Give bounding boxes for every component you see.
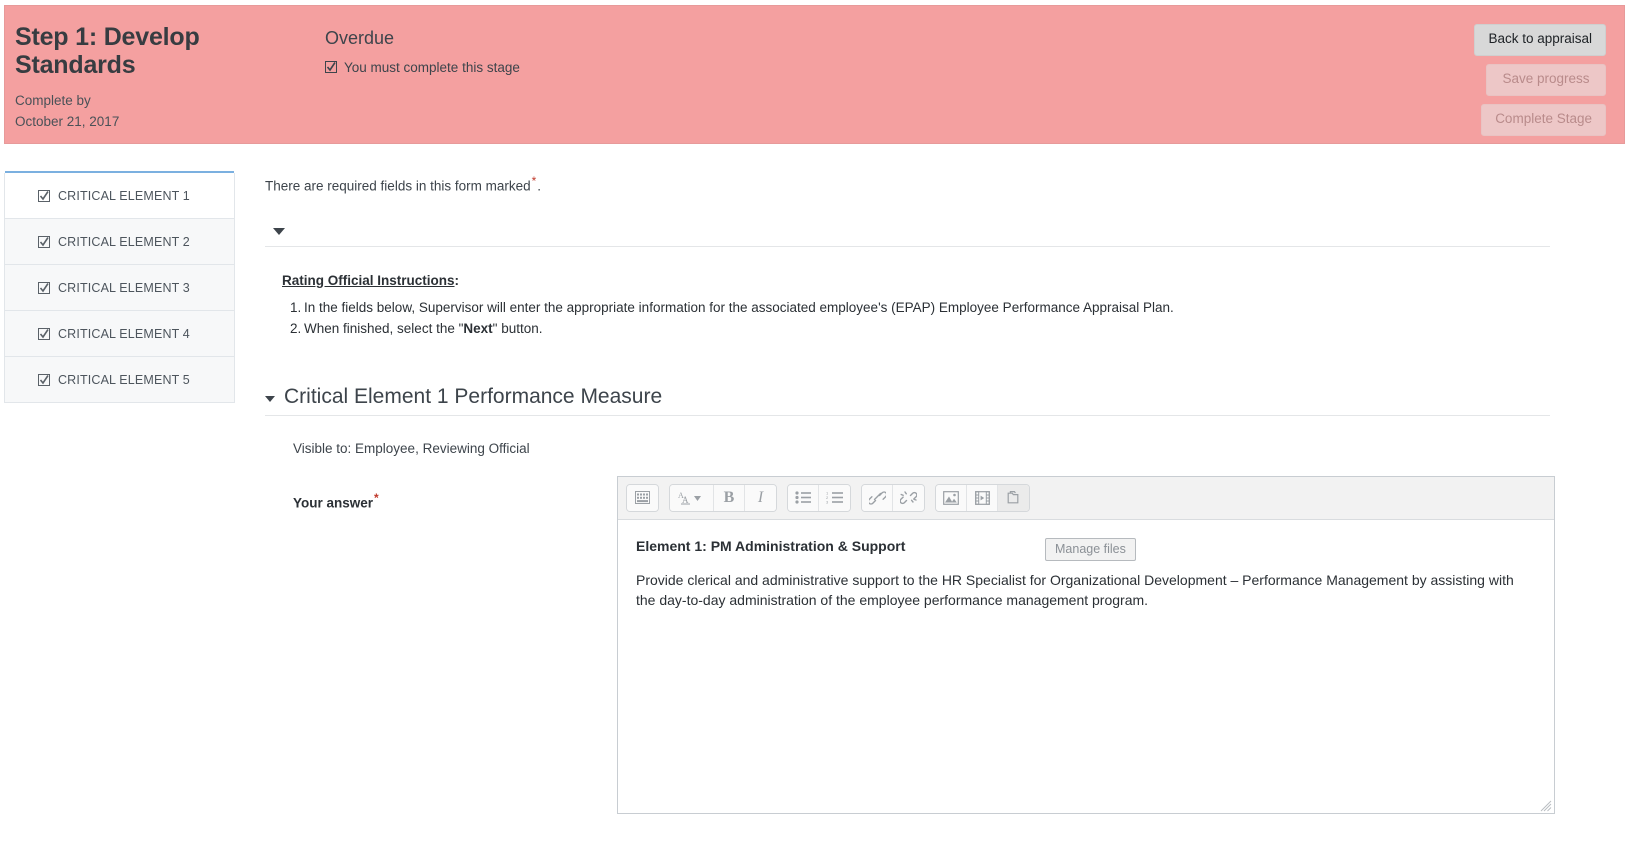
toolbar-group-links [861,483,925,512]
bold-icon[interactable]: B [714,484,745,511]
sidebar-item-critical-element-3[interactable]: CRITICAL ELEMENT 3 [4,265,235,311]
manage-files-icon[interactable] [998,484,1029,511]
sidebar-item-label: CRITICAL ELEMENT 4 [58,326,190,341]
instructions-list: 1. In the fields below, Supervisor will e… [282,298,1555,339]
sidebar-item-label: CRITICAL ELEMENT 3 [58,280,190,295]
main-content: There are required fields in this form m… [265,160,1555,814]
stage-summary: Step 1: Develop Standards Complete by Oc… [15,23,315,133]
required-note-period: . [537,178,542,194]
sidebar-item-label: CRITICAL ELEMENT 2 [58,234,190,249]
rich-text-editor[interactable]: A A B I 1 2 3 Element 1: PM Administrati… [617,475,1555,814]
bold-glyph: B [723,488,735,506]
stage-requirement-label: You must complete this stage [344,59,520,75]
bulleted-list-icon[interactable] [788,484,819,511]
required-marker: * [531,174,537,188]
sidebar-item-label: CRITICAL ELEMENT 5 [58,372,190,387]
insert-image-icon[interactable] [936,484,967,511]
manage-files-tooltip: Manage files [1045,538,1136,561]
section-header: Critical Element 1 Performance Measure [265,385,1550,416]
sidebar-item-critical-element-5[interactable]: CRITICAL ELEMENT 5 [4,357,235,403]
section-title: Critical Element 1 Performance Measure [284,384,663,408]
sidebar-item-critical-element-4[interactable]: CRITICAL ELEMENT 4 [4,311,235,357]
chevron-down-icon[interactable] [265,395,275,402]
toolbar-group-text-format: A A B I [669,483,777,512]
link-icon[interactable] [862,484,893,511]
required-fields-note: There are required fields in this form m… [265,160,1555,194]
checked-checkbox-icon [325,61,337,74]
instructions-heading-text: Rating Official Instructions [282,272,455,288]
list-item: 1. In the fields below, Supervisor will e… [282,298,1555,318]
list-item-text-after: " button. [492,321,543,337]
back-to-appraisal-button[interactable]: Back to appraisal [1474,24,1606,56]
instructions-heading-colon: : [454,272,460,288]
checked-checkbox-icon [38,327,50,340]
rating-official-instructions: Rating Official Instructions: 1. In the f… [265,273,1555,339]
text-style-dropdown-icon[interactable]: A A [670,484,714,511]
required-note-text: There are required fields in this form m… [265,178,531,194]
next-button-reference: Next [463,321,493,337]
checked-checkbox-icon [38,373,50,386]
editor-resize-handle[interactable] [1540,799,1552,812]
editor-content-body: Provide clerical and administrative supp… [636,572,1514,609]
character-map-icon[interactable] [627,484,658,511]
editor-content-area[interactable]: Element 1: PM Administration & Support P… [618,520,1554,813]
instructions-heading: Rating Official Instructions: [282,273,1555,288]
checked-checkbox-icon [38,189,50,202]
status-badge: Overdue [325,28,395,48]
insert-media-icon[interactable] [967,484,998,511]
list-item-number: 1. [290,299,302,315]
complete-by-label: Complete by [15,93,91,108]
chevron-down-icon[interactable] [273,227,285,235]
save-progress-button[interactable]: Save progress [1486,63,1606,96]
list-item-number: 2. [290,321,302,337]
checked-checkbox-icon [38,281,50,294]
collapse-all-row [265,225,1550,247]
toolbar-group-insert-char [626,483,659,512]
italic-icon[interactable]: I [745,484,776,511]
sidebar-item-label: CRITICAL ELEMENT 1 [58,188,190,203]
page-title: Step 1: Develop Standards [15,23,200,79]
unlink-icon[interactable] [893,484,924,511]
numbered-list-icon[interactable]: 1 2 3 [819,484,850,511]
answer-label: Your answer* [293,491,380,511]
checked-checkbox-icon [38,235,50,248]
stage-status: Overdue You must complete this stage [325,28,520,75]
complete-stage-button[interactable]: Complete Stage [1481,103,1606,136]
complete-by-date: October 21, 2017 [15,113,120,129]
required-marker: * [374,490,379,505]
svg-text:3: 3 [826,500,829,505]
visible-to-text: Visible to: Employee, Reviewing Official [293,440,530,456]
banner-actions: Back to appraisal Save progress Complete… [1474,24,1606,136]
list-item: 2. When finished, select the "Next" butto… [282,319,1555,339]
toolbar-group-media [935,483,1030,512]
answer-label-text: Your answer [293,495,374,511]
sidebar-item-critical-element-2[interactable]: CRITICAL ELEMENT 2 [4,219,235,265]
sidebar-item-critical-element-1[interactable]: CRITICAL ELEMENT 1 [4,173,235,219]
stage-banner: Step 1: Develop Standards Complete by Oc… [4,5,1625,144]
editor-toolbar: A A B I 1 2 3 [618,476,1554,520]
list-item-text: In the fields below, Supervisor will ent… [304,299,1174,315]
italic-glyph: I [757,488,764,506]
list-item-text-before: When finished, select the " [304,321,464,337]
critical-elements-sidebar: CRITICAL ELEMENT 1 CRITICAL ELEMENT 2 CR… [4,171,235,403]
toolbar-group-lists: 1 2 3 [787,483,851,512]
stage-requirement: You must complete this stage [325,60,520,75]
